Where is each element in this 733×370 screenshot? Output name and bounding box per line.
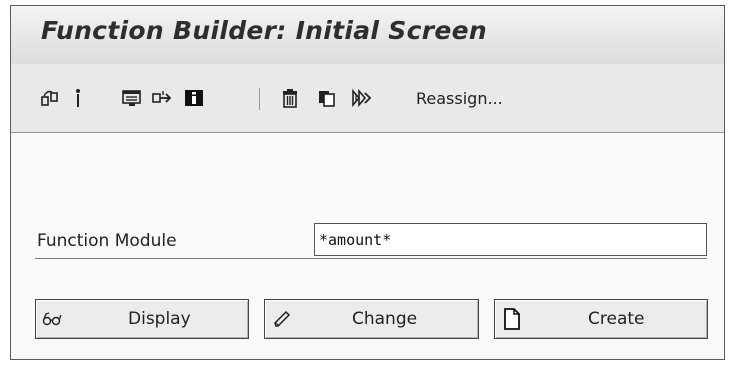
- function-module-input[interactable]: [314, 223, 707, 256]
- navigate-icon[interactable]: [151, 87, 173, 109]
- create-button-label: Create: [588, 309, 645, 329]
- pencil-icon: [271, 308, 293, 330]
- change-button[interactable]: Change: [264, 299, 479, 339]
- reassign-button[interactable]: Reassign...: [416, 89, 503, 108]
- toolbar-separator: [259, 88, 260, 110]
- new-document-icon: [501, 308, 523, 330]
- application-toolbar: Reassign...: [11, 64, 724, 133]
- function-module-label: Function Module: [37, 231, 177, 251]
- display-button[interactable]: Display: [35, 299, 249, 339]
- display-button-label: Display: [128, 309, 191, 329]
- copy-icon[interactable]: [316, 87, 338, 109]
- field-divider: [35, 258, 707, 259]
- create-button[interactable]: Create: [494, 299, 708, 339]
- display-object-list-icon[interactable]: [121, 87, 143, 109]
- delete-icon[interactable]: [279, 87, 301, 109]
- glasses-icon: [42, 308, 64, 330]
- other-object-icon[interactable]: [39, 87, 61, 109]
- rename-icon[interactable]: [351, 87, 373, 109]
- screen-title: Function Builder: Initial Screen: [41, 16, 487, 45]
- change-button-label: Change: [352, 309, 418, 329]
- information-icon[interactable]: [183, 87, 205, 109]
- sap-window: Function Builder: Initial Screen Reassig…: [10, 5, 725, 360]
- title-bar: Function Builder: Initial Screen: [11, 6, 724, 64]
- where-used-icon[interactable]: [67, 87, 89, 109]
